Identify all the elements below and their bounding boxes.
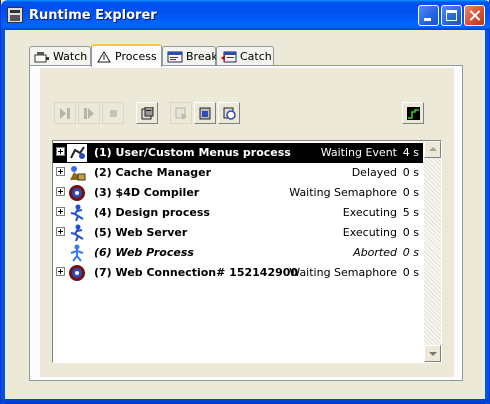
tab-catch[interactable]: Catch (216, 46, 274, 66)
expand-icon[interactable] (56, 227, 65, 236)
process-info-button[interactable] (136, 102, 158, 124)
show-window-button[interactable] (218, 102, 240, 124)
activity-graph-button[interactable] (402, 102, 424, 124)
trace-button[interactable] (194, 102, 216, 124)
web-process-icon (70, 244, 84, 262)
process-row[interactable]: (2) Cache Manager Delayed 0 s (53, 163, 423, 183)
cache-manager-icon (70, 166, 86, 181)
arrow-down-icon (429, 352, 437, 356)
maximize-button[interactable] (441, 5, 462, 26)
web-connection-icon (69, 265, 85, 281)
abort-process-button[interactable] (54, 102, 76, 124)
process-row[interactable]: (3) $4D Compiler Waiting Semaphore 0 s (53, 183, 423, 203)
tab-process[interactable]: Process (91, 44, 162, 67)
window-frame-bottom (1, 399, 490, 403)
process-row[interactable]: (7) Web Connection# 152142900 Waiting Se… (53, 263, 423, 283)
process-panel: (1) User/Custom Menus process Waiting Ev… (29, 65, 463, 381)
title-bar[interactable]: Runtime Explorer (1, 0, 490, 30)
scroll-up-button[interactable] (424, 141, 441, 158)
window-frame-left (1, 30, 5, 404)
catch-icon (221, 50, 237, 64)
tab-break[interactable]: Break (162, 46, 218, 66)
design-process-icon (70, 204, 84, 222)
abort-icon (60, 108, 70, 119)
process-row[interactable]: (1) User/Custom Menus process Waiting Ev… (53, 143, 423, 163)
stop-process-button[interactable] (102, 102, 124, 124)
window-icon (223, 107, 236, 120)
expand-icon[interactable] (56, 167, 65, 176)
pause-icon (84, 108, 94, 119)
trace-icon (199, 107, 211, 120)
window-title: Runtime Explorer (29, 8, 157, 23)
expand-icon[interactable] (56, 207, 65, 216)
arrow-up-icon (429, 147, 437, 151)
debug-button[interactable] (170, 102, 192, 124)
process-icon (96, 50, 112, 64)
scroll-down-button[interactable] (424, 345, 441, 362)
graph-icon (407, 107, 420, 120)
watch-icon (34, 50, 50, 64)
process-row[interactable]: (5) Web Server Executing 0 s (53, 223, 423, 243)
vertical-scrollbar[interactable] (424, 141, 441, 362)
expand-icon[interactable] (56, 187, 65, 196)
expand-icon[interactable] (56, 147, 65, 156)
runtime-explorer-window: Runtime Explorer Watch Process Break Cat… (0, 0, 490, 404)
debug-icon (175, 107, 187, 120)
compiler-icon (69, 185, 85, 201)
stop-icon (110, 110, 117, 117)
process-row[interactable]: (4) Design process Executing 5 s (53, 203, 423, 223)
pause-process-button[interactable] (78, 102, 100, 124)
window-frame-right (485, 30, 489, 404)
menus-process-icon (67, 144, 87, 162)
minimize-button[interactable] (418, 5, 439, 26)
process-row[interactable]: (6) Web Process Aborted 0 s (53, 243, 423, 263)
expand-icon[interactable] (56, 267, 65, 276)
process-list[interactable]: (1) User/Custom Menus process Waiting Ev… (52, 140, 442, 363)
break-icon (167, 50, 183, 64)
web-server-icon (70, 224, 84, 242)
app-icon (7, 7, 23, 23)
process-panel-body: (1) User/Custom Menus process Waiting Ev… (40, 68, 454, 377)
info-icon (141, 107, 154, 120)
maximize-icon (446, 10, 457, 21)
tab-watch[interactable]: Watch (29, 46, 91, 66)
close-button[interactable] (464, 5, 485, 26)
minimize-icon (424, 18, 431, 21)
